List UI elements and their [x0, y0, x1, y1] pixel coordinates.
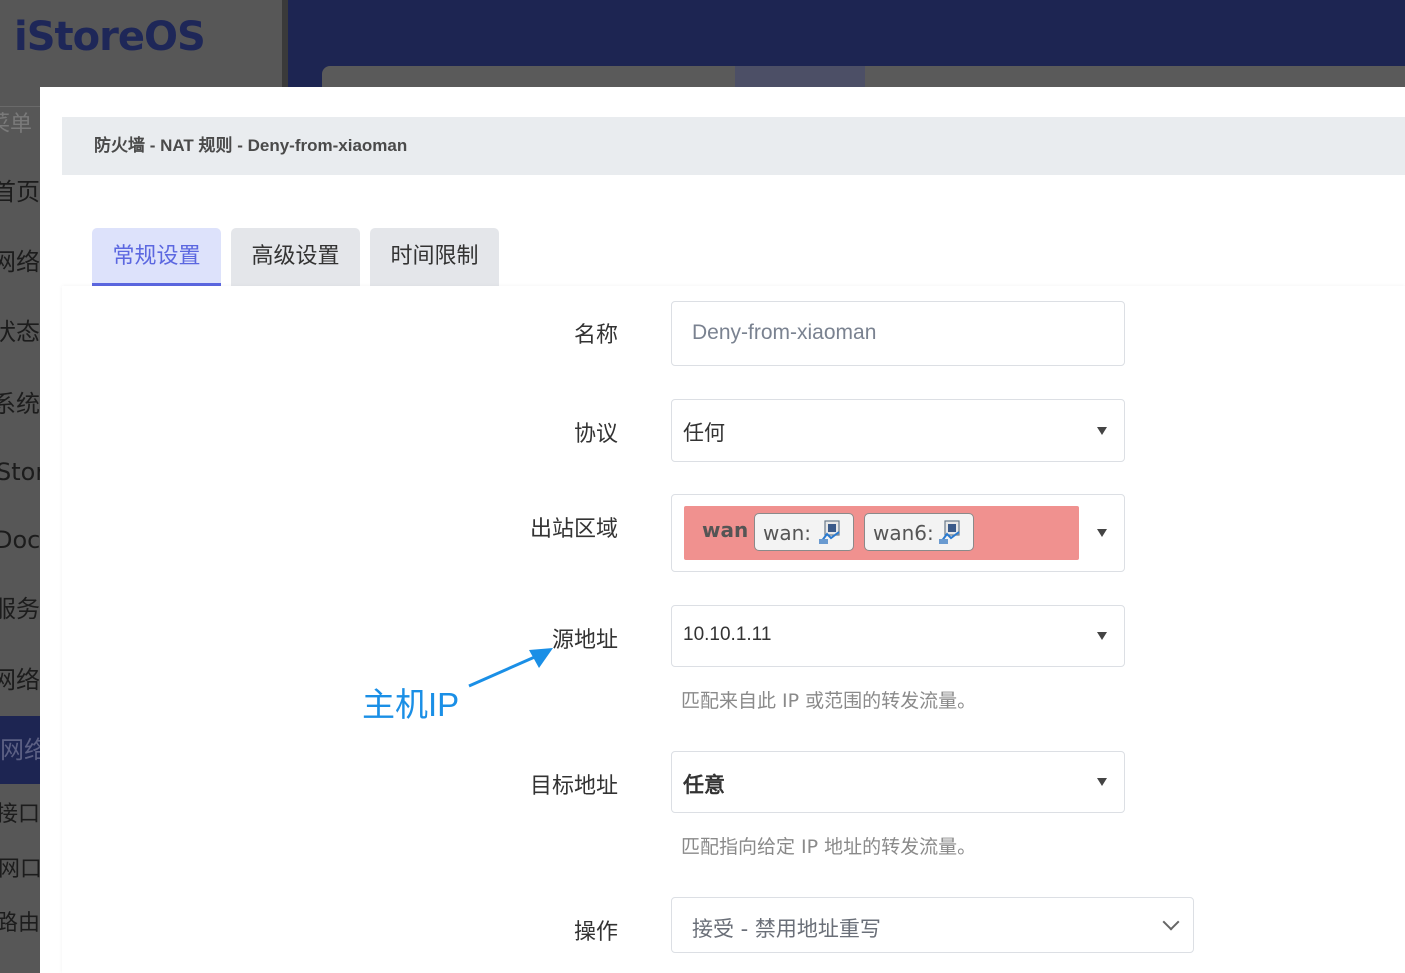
sidebar-item-network-2[interactable]: 网络 — [0, 660, 40, 700]
menu-search-input[interactable]: 菜单 — [0, 106, 40, 143]
caret-down-icon — [1097, 529, 1107, 537]
caret-down-icon — [1097, 632, 1107, 640]
sidebar-item-network[interactable]: 网络 — [0, 242, 40, 282]
zone-badge-wan: wan wan: wan6: — [684, 506, 1079, 560]
sidebar-item-routes[interactable]: 路由 — [0, 904, 40, 944]
source-address-value: 10.10.1.11 — [683, 624, 772, 645]
name-input[interactable]: Deny-from-xiaoman — [671, 301, 1125, 366]
interface-chip-wan6: wan6: — [864, 513, 974, 551]
annotation-arrow-icon — [468, 648, 553, 688]
sidebar-item-port-config[interactable]: 网口配置 — [0, 850, 40, 890]
modal-title: 防火墙 - NAT 规则 - Deny-from-xiaoman — [62, 117, 1405, 175]
annotation-label: 主机IP — [362, 686, 460, 723]
caret-down-icon — [1097, 427, 1107, 435]
sidebar-item-status[interactable]: 状态 — [0, 312, 40, 352]
zone-name: wan — [702, 518, 749, 542]
network-port-icon — [939, 520, 960, 544]
source-address-select[interactable]: 10.10.1.11 — [671, 605, 1125, 667]
tab-time-restrictions[interactable]: 时间限制 — [370, 228, 499, 286]
destination-address-select[interactable]: 任意 — [671, 751, 1125, 813]
chevron-down-icon — [1162, 913, 1180, 931]
source-address-hint: 匹配来自此 IP 或范围的转发流量。 — [681, 690, 977, 712]
interface-chip-wan: wan: — [754, 513, 854, 551]
action-label: 操作 — [573, 920, 618, 945]
destination-address-hint: 匹配指向给定 IP 地址的转发流量。 — [681, 836, 977, 858]
outbound-zone-select[interactable]: wan wan: wan6: — [671, 494, 1125, 572]
destination-address-label: 目标地址 — [529, 774, 618, 799]
sidebar-item-store[interactable]: Store — [0, 452, 40, 492]
app-logo: iStoreOS — [14, 14, 206, 60]
tab-advanced-settings[interactable]: 高级设置 — [231, 228, 360, 286]
name-input-value: Deny-from-xiaoman — [692, 321, 877, 344]
protocol-value: 任何 — [683, 421, 725, 445]
protocol-select[interactable]: 任何 — [671, 399, 1125, 462]
sidebar-item-system[interactable]: 系统 — [0, 384, 40, 424]
caret-down-icon — [1097, 778, 1107, 786]
action-value: 接受 - 禁用地址重写 — [692, 917, 881, 941]
sidebar-item-services[interactable]: 服务 — [0, 589, 40, 629]
nat-rule-modal: 防火墙 - NAT 规则 - Deny-from-xiaoman 常规设置 高级… — [40, 87, 1405, 973]
source-address-label: 源地址 — [551, 628, 618, 653]
sidebar-item-network-active[interactable]: 网络 — [0, 716, 40, 784]
destination-address-value: 任意 — [683, 773, 725, 797]
outbound-zone-label: 出站区域 — [529, 517, 618, 542]
sidebar-item-interfaces[interactable]: 接口 — [0, 795, 40, 835]
tab-general-settings[interactable]: 常规设置 — [92, 228, 221, 286]
sidebar-item-docker[interactable]: Docker — [0, 520, 40, 560]
name-label: 名称 — [573, 323, 618, 348]
sidebar-item-home[interactable]: 首页 — [0, 172, 40, 212]
network-port-icon — [819, 520, 840, 544]
action-select[interactable]: 接受 - 禁用地址重写 — [671, 897, 1194, 953]
protocol-label: 协议 — [573, 422, 618, 447]
